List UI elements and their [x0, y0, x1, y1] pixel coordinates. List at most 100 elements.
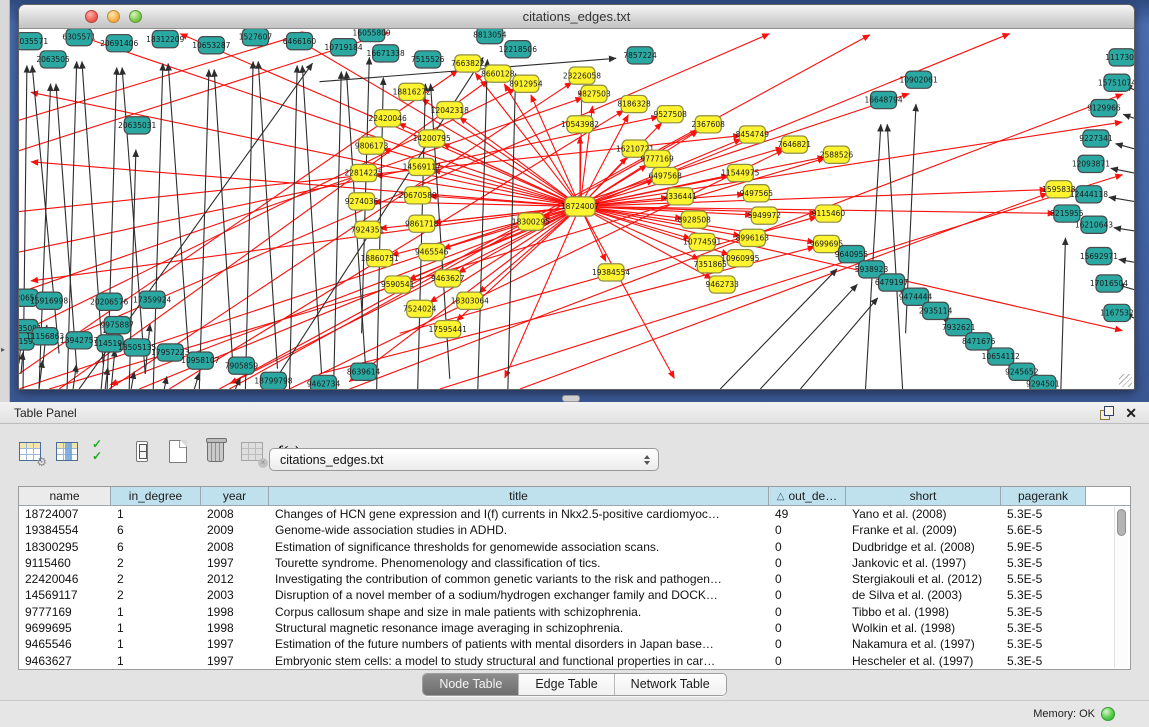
column-header-year[interactable]: year	[201, 487, 269, 505]
graph-edge[interactable]	[1109, 197, 1134, 201]
graph-node-label: 9463627	[431, 274, 465, 283]
graph-edge[interactable]	[1114, 228, 1134, 231]
table-row[interactable]: 946554611997Estimation of the future num…	[19, 636, 1130, 652]
column-header-title[interactable]: title	[269, 487, 769, 505]
network-window-titlebar[interactable]: citations_edges.txt	[19, 5, 1134, 29]
graph-node-label: 10774591	[683, 238, 721, 247]
rows-icon[interactable]	[129, 439, 155, 465]
graph-edge[interactable]	[230, 206, 580, 383]
graph-edge[interactable]	[1119, 259, 1134, 262]
graph-edge[interactable]	[440, 175, 1123, 389]
table-row[interactable]: 977716911998Corpus callosum shape and si…	[19, 604, 1130, 620]
table-row[interactable]: 2242004622012Investigating the contribut…	[19, 571, 1130, 587]
minimize-window-icon[interactable]	[107, 10, 120, 23]
splitter-handle[interactable]	[562, 395, 580, 402]
graph-node-label: 16648794	[864, 96, 902, 105]
graph-node-label: 10902061	[900, 75, 938, 84]
graph-edge[interactable]	[1061, 238, 1066, 389]
graph-edge[interactable]	[478, 59, 488, 389]
close-panel-icon[interactable]: ✕	[1125, 406, 1137, 420]
table-row[interactable]: 1830029562008Estimation of significance …	[19, 539, 1130, 555]
graph-node-label: 7905859	[225, 361, 259, 370]
tab-edge-table[interactable]: Edge Table	[518, 674, 613, 695]
left-collapse-strip[interactable]: ▸	[0, 0, 10, 402]
row-selection-icon[interactable]: ✓✓	[92, 439, 118, 465]
window-controls	[85, 10, 142, 23]
graph-edge[interactable]	[520, 193, 1048, 389]
graph-edge[interactable]	[1123, 114, 1134, 118]
graph-edge[interactable]	[1116, 144, 1134, 149]
table-panel: Table Panel ✕ ⚙✓✓×f(x) citations_edges.t…	[0, 402, 1149, 727]
tab-node-table[interactable]: Node Table	[423, 674, 518, 695]
delete-table-icon[interactable]	[203, 439, 229, 465]
cell-name: 9463627	[19, 653, 111, 669]
column-header-out_degree[interactable]: △out_de…	[769, 487, 846, 505]
network-canvas[interactable]: 1403557120635056305571206914061831220910…	[19, 29, 1134, 389]
graph-edge[interactable]	[289, 66, 297, 389]
column-header-short[interactable]: short	[846, 487, 1001, 505]
network-desktop: citations_edges.txt 14035571206350563055…	[10, 0, 1149, 402]
graph-edge[interactable]	[346, 72, 365, 369]
graph-edge[interactable]	[1111, 168, 1134, 173]
table-toolbar: ⚙✓✓×f(x)	[18, 436, 300, 468]
table-row[interactable]: 1456911722003Disruption of a novel membe…	[19, 587, 1130, 603]
graph-edge[interactable]	[760, 284, 857, 389]
table-row[interactable]: 911546021997Tourette syndrome. Phenomeno…	[19, 555, 1130, 571]
zoom-window-icon[interactable]	[129, 10, 142, 23]
graph-node-label: 23226058	[563, 71, 601, 80]
graph-edge[interactable]	[31, 206, 580, 280]
graph-node-label: 18724007	[561, 202, 599, 211]
cell-title: Corpus callosum shape and size in male p…	[269, 604, 769, 620]
graph-edge[interactable]	[194, 373, 199, 389]
network-graph[interactable]: 1403557120635056305571206914061831220910…	[19, 29, 1134, 389]
graph-edge[interactable]	[153, 63, 163, 389]
graph-edge[interactable]	[19, 98, 583, 293]
collapse-arrow-icon[interactable]: ▸	[1, 346, 5, 354]
close-window-icon[interactable]	[85, 10, 98, 23]
graph-edge[interactable]	[334, 72, 342, 389]
graph-edge[interactable]	[169, 110, 624, 389]
scrollbar-thumb[interactable]	[1117, 509, 1126, 536]
column-header-name[interactable]: name	[19, 487, 111, 505]
application-window: ▸ citations_edges.txt 140355712063505630…	[0, 0, 1149, 727]
graph-node-label: 9861718	[405, 219, 439, 228]
graph-edge[interactable]	[56, 84, 77, 374]
column-header-pagerank[interactable]: pagerank	[1001, 487, 1086, 505]
graph-edge[interactable]	[229, 130, 697, 389]
graph-edge[interactable]	[258, 61, 277, 368]
graph-node-label: 9777169	[640, 154, 674, 163]
graph-node-label: 9806173	[355, 141, 389, 150]
graph-edge[interactable]	[21, 352, 23, 373]
cell-name: 19384554	[19, 522, 111, 538]
window-resize-grip[interactable]	[1119, 374, 1132, 387]
float-panel-icon[interactable]	[1100, 406, 1113, 419]
cell-name: 18724007	[19, 506, 111, 522]
graph-node-label: 9115460	[812, 209, 846, 218]
memory-status-icon[interactable]	[1101, 707, 1115, 721]
table-selector-dropdown[interactable]: citations_edges.txt	[269, 448, 659, 471]
column-visibility-icon[interactable]	[55, 439, 81, 465]
new-table-icon[interactable]	[166, 439, 192, 465]
graph-edge[interactable]	[580, 206, 1122, 330]
table-row[interactable]: 1938455462009Genome-wide association stu…	[19, 522, 1130, 538]
column-header-in_degree[interactable]: in_degree	[111, 487, 201, 505]
graph-node-label: 7857224	[623, 51, 657, 60]
table-settings-icon[interactable]: ⚙	[18, 439, 44, 465]
table-row[interactable]: 946362711997Embryonic stem cells: a mode…	[19, 653, 1130, 669]
graph-edge[interactable]	[505, 206, 580, 377]
graph-node-label: 9590541	[381, 280, 415, 289]
graph-node-label: 12042318	[431, 106, 469, 115]
graph-edge[interactable]	[214, 70, 233, 374]
table-row[interactable]: 1872400712008Changes of HCN gene express…	[19, 506, 1130, 522]
graph-edge[interactable]	[887, 124, 902, 389]
cell-year: 1997	[201, 555, 269, 571]
cell-out_degree: 0	[769, 522, 846, 538]
table-row[interactable]: 969969511998Structural magnetic resonanc…	[19, 620, 1130, 636]
graph-edge[interactable]	[302, 66, 321, 374]
tab-network-table[interactable]: Network Table	[614, 674, 726, 695]
vertical-scrollbar[interactable]	[1114, 507, 1129, 668]
graph-edge[interactable]	[475, 73, 580, 206]
graph-node-label: 10719184	[324, 43, 362, 52]
graph-edge[interactable]	[168, 63, 189, 363]
graph-node-label: 14200795	[413, 134, 451, 143]
